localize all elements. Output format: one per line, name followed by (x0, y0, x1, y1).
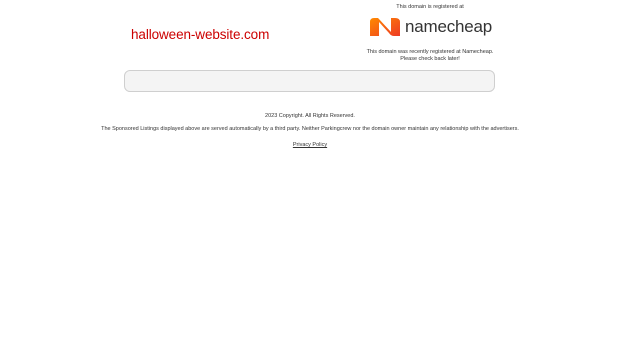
recent-note-line-1: This domain was recently registered at N… (366, 49, 494, 55)
copyright-text: 2023 Copyright. All Rights Reserved. (265, 113, 355, 119)
footer: 2023 Copyright. All Rights Reserved. The… (0, 112, 620, 149)
parked-domain-page: halloween-website.com This domain is reg… (0, 0, 620, 343)
registrar-panel: This domain is registered at namecheap T… (350, 3, 510, 63)
disclaimer-text: The Sponsored Listings displayed above a… (101, 126, 519, 132)
registered-at-text: This domain is registered at (396, 4, 464, 10)
recently-registered-note: This domain was recently registered at N… (350, 49, 510, 63)
recent-note-line-2: Please check back later! (400, 56, 460, 62)
namecheap-logo[interactable]: namecheap (350, 15, 510, 39)
domain-name[interactable]: halloween-website.com (131, 27, 269, 42)
privacy-policy-link[interactable]: Privacy Policy (293, 141, 327, 149)
namecheap-logo-text: namecheap (404, 17, 493, 36)
sponsored-listings-box (124, 70, 495, 92)
namecheap-logo-icon (369, 18, 400, 36)
